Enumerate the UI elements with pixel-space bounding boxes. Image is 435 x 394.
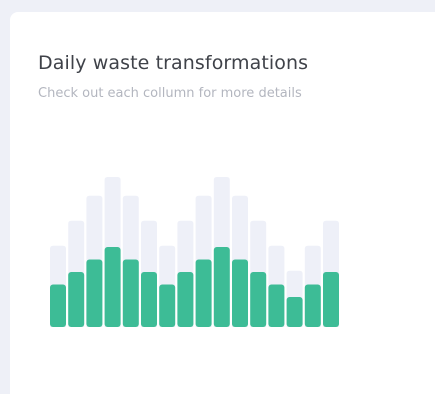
- bar-8[interactable]: [177, 272, 194, 327]
- bar-2[interactable]: [68, 272, 85, 327]
- bar-11[interactable]: [232, 259, 248, 328]
- bar-15[interactable]: [304, 284, 321, 328]
- bar-3[interactable]: [86, 259, 103, 328]
- bar-5[interactable]: [122, 259, 139, 328]
- bar-7[interactable]: [159, 284, 176, 328]
- bar-16[interactable]: [323, 272, 339, 327]
- bar-1[interactable]: [50, 284, 66, 328]
- bar-14[interactable]: [286, 297, 303, 327]
- bar-13[interactable]: [268, 284, 285, 328]
- bar-4[interactable]: [104, 247, 121, 327]
- bar-10[interactable]: [213, 247, 230, 327]
- bar-9[interactable]: [195, 259, 212, 328]
- bar-chart: [50, 177, 339, 328]
- bar-12[interactable]: [250, 272, 267, 327]
- bar-6[interactable]: [141, 272, 157, 327]
